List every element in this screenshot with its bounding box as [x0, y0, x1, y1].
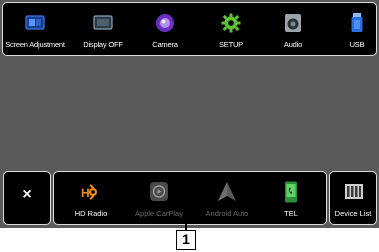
display-off-button[interactable]: Display OFF [72, 3, 134, 54]
camera-label: Camera [152, 40, 178, 49]
device-list-label: Device List [334, 209, 372, 218]
apple-carplay-label: Apple CarPlay [135, 209, 183, 218]
tel-button[interactable]: TEL [258, 172, 324, 223]
camera-button[interactable]: Camera [134, 3, 196, 54]
camera-icon [153, 12, 177, 34]
display-off-icon [91, 12, 115, 34]
android-auto-label: Android Auto [205, 209, 249, 218]
screen-adjustment-label: Screen Adjustment [5, 40, 65, 49]
display-screen: Screen Adjustment Display OFF Camera SET… [0, 0, 379, 228]
setup-label: SETUP [218, 40, 243, 49]
android-auto-icon [215, 181, 239, 203]
usb-button[interactable]: USB [326, 3, 379, 54]
tel-label: TEL [284, 209, 298, 218]
audio-button[interactable]: Audio [262, 3, 324, 54]
android-auto-button[interactable]: Android Auto [194, 172, 260, 223]
top-shortcut-bar: Screen Adjustment Display OFF Camera SET… [2, 2, 377, 56]
device-list-icon [342, 181, 366, 203]
carplay-icon [147, 181, 171, 203]
screen-adjustment-button[interactable]: Screen Adjustment [4, 3, 66, 54]
display-off-label: Display OFF [83, 40, 123, 49]
speaker-icon [281, 12, 305, 34]
gear-icon [219, 12, 243, 34]
hd-radio-icon: H [79, 181, 103, 203]
screen-adjust-icon [23, 12, 47, 34]
apple-carplay-button[interactable]: Apple CarPlay [126, 172, 192, 223]
close-icon: × [22, 186, 32, 203]
hd-radio-button[interactable]: H HD Radio [58, 172, 124, 223]
usb-icon [345, 12, 369, 34]
phone-icon [279, 181, 303, 203]
audio-label: Audio [283, 40, 303, 49]
usb-label: USB [349, 40, 365, 49]
svg-text:H: H [81, 186, 90, 200]
close-button[interactable]: × [3, 171, 51, 225]
setup-button[interactable]: SETUP [200, 3, 262, 54]
hd-radio-label: HD Radio [74, 209, 108, 218]
callout-number: 1 [176, 230, 196, 250]
device-list-button[interactable]: Device List [329, 171, 377, 225]
source-bar: H HD Radio Apple CarPlay Android Auto TE… [53, 171, 327, 225]
